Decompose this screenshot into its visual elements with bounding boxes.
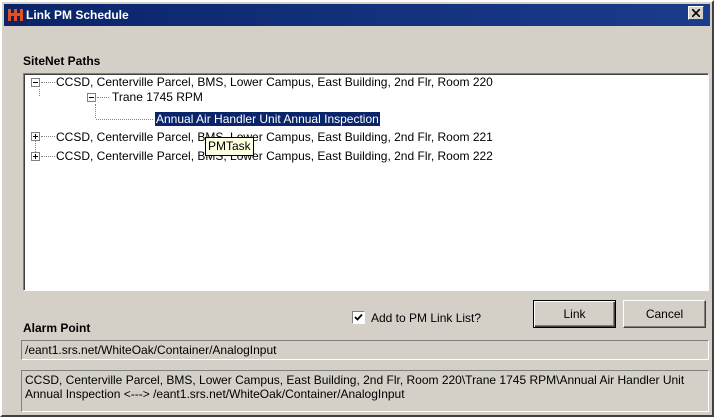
- minus-icon: [33, 82, 38, 83]
- tree-node-label: Annual Air Handler Unit Annual Inspectio…: [155, 112, 380, 126]
- expand-toggle[interactable]: [31, 132, 40, 141]
- tree-line: [97, 97, 109, 98]
- add-to-pm-link-list-label[interactable]: Add to PM Link List?: [371, 311, 481, 325]
- tree-line: [35, 140, 36, 152]
- tree-line: [95, 104, 96, 118]
- alarm-point-label: Alarm Point: [23, 321, 91, 335]
- link-button[interactable]: Link: [533, 300, 616, 328]
- node-tooltip: PMTask: [205, 137, 254, 156]
- tree-line: [41, 136, 55, 137]
- tree-node-label: CCSD, Centerville Parcel, BMS, Lower Cam…: [56, 75, 493, 89]
- tree-node-room-220[interactable]: CCSD, Centerville Parcel, BMS, Lower Cam…: [56, 75, 493, 90]
- link-summary-line: Annual Inspection <---> /eant1.srs.net/W…: [25, 387, 405, 401]
- alarm-point-field[interactable]: /eant1.srs.net/WhiteOak/Container/Analog…: [21, 340, 709, 360]
- tree-node-trane-1745[interactable]: Trane 1745 RPM: [112, 90, 203, 105]
- collapse-toggle[interactable]: [87, 93, 96, 102]
- tree-node-label: Trane 1745 RPM: [112, 90, 203, 104]
- close-button[interactable]: [688, 6, 704, 20]
- app-logo-icon: [8, 7, 24, 23]
- collapse-toggle[interactable]: [31, 78, 40, 87]
- tree-line: [96, 119, 153, 120]
- tree-line: [41, 156, 55, 157]
- sitenet-tree[interactable]: CCSD, Centerville Parcel, BMS, Lower Cam…: [23, 73, 709, 291]
- cancel-button[interactable]: Cancel: [623, 300, 706, 328]
- expand-toggle[interactable]: [31, 152, 40, 161]
- tree-node-room-221[interactable]: CCSD, Centerville Parcel, BMS, Lower Cam…: [56, 130, 493, 145]
- tree-node-label: CCSD, Centerville Parcel, BMS, Lower Cam…: [56, 130, 493, 144]
- link-summary-line: CCSD, Centerville Parcel, BMS, Lower Cam…: [25, 373, 685, 387]
- add-to-pm-link-list-checkbox[interactable]: [352, 311, 365, 324]
- tree-line: [39, 89, 40, 96]
- minus-icon: [89, 97, 94, 98]
- tree-node-label: CCSD, Centerville Parcel, BMS, Lower Cam…: [56, 149, 493, 163]
- sitenet-paths-label: SiteNet Paths: [23, 54, 101, 68]
- link-summary-field[interactable]: CCSD, Centerville Parcel, BMS, Lower Cam…: [21, 370, 709, 412]
- link-pm-schedule-dialog: Link PM Schedule SiteNet Paths CCSD, Cen…: [0, 0, 714, 417]
- plus-icon: [33, 154, 38, 159]
- plus-icon: [33, 134, 38, 139]
- window-title: Link PM Schedule: [26, 8, 129, 22]
- close-icon: [692, 9, 700, 17]
- tree-node-room-222[interactable]: CCSD, Centerville Parcel, BMS, Lower Cam…: [56, 149, 493, 164]
- title-bar[interactable]: Link PM Schedule: [4, 4, 710, 26]
- tree-node-pm-task[interactable]: Annual Air Handler Unit Annual Inspectio…: [155, 112, 380, 127]
- tree-line: [41, 82, 55, 83]
- checkmark-icon: [354, 313, 363, 321]
